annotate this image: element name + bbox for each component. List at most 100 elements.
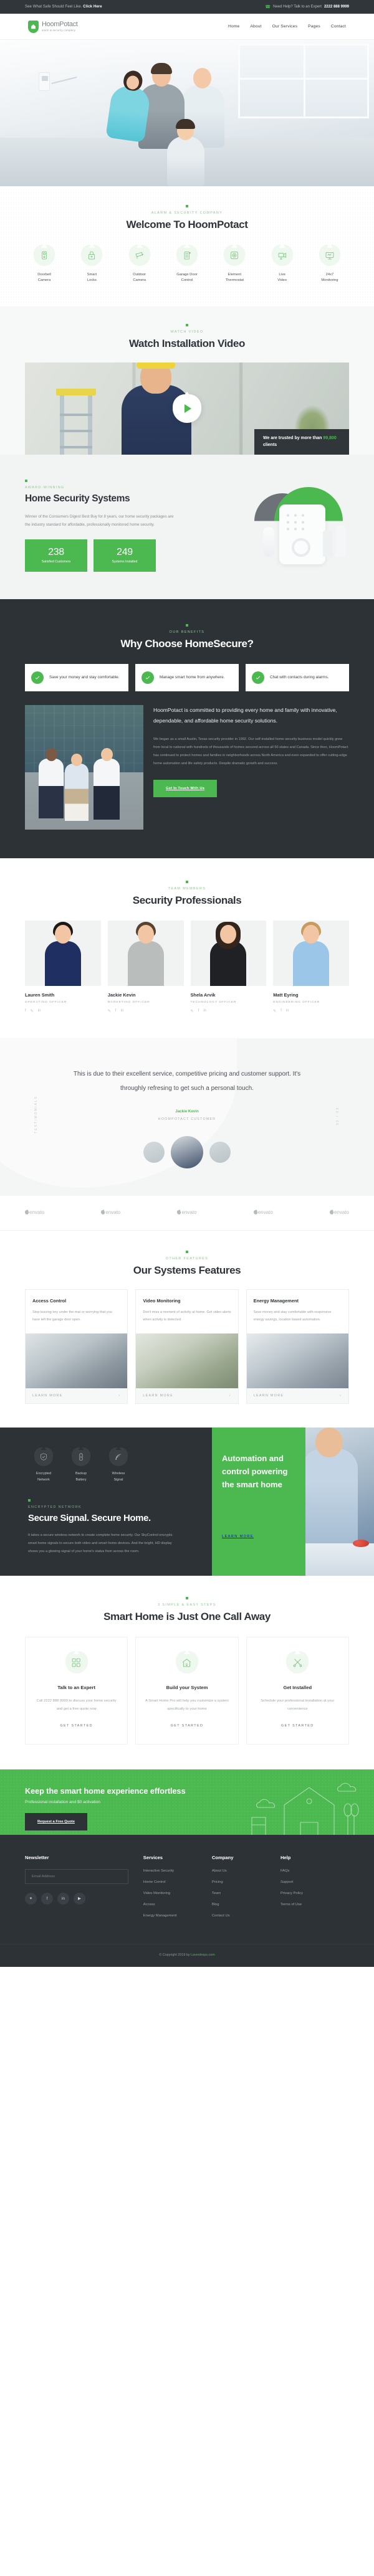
feature-footer[interactable]: LEARN MORE › bbox=[26, 1388, 128, 1404]
hero-person-boy bbox=[167, 119, 204, 186]
team-member-card[interactable]: Matt Eyring ENGINEERING OFFICER ✎ f in bbox=[273, 920, 349, 1013]
heading-square-marker bbox=[186, 1250, 188, 1253]
feature-card-access-control[interactable]: Access Control Stop leaving key under th… bbox=[25, 1289, 128, 1404]
heading-square-marker bbox=[186, 880, 188, 883]
footer-link[interactable]: Pricing bbox=[212, 1880, 280, 1884]
features-title: Our Systems Features bbox=[133, 1264, 241, 1276]
nav-item-about[interactable]: About bbox=[250, 24, 261, 29]
brand-logo[interactable]: HoomPotact alarm & security company bbox=[28, 20, 78, 33]
footer-link[interactable]: About Us bbox=[212, 1869, 280, 1873]
linkedin-icon[interactable]: in bbox=[203, 1009, 206, 1013]
step-title: Build your System bbox=[166, 1685, 208, 1691]
team-member-card[interactable]: Jackie Kevin MARKETING OFFICER ✎ f in bbox=[107, 920, 184, 1013]
testimonial-quote: This is due to their excellent service, … bbox=[73, 1070, 301, 1092]
nav-item-contact[interactable]: Contact bbox=[331, 24, 346, 29]
footer-link[interactable]: Blog bbox=[212, 1903, 280, 1906]
topbar-phone-number[interactable]: 2222 888 9999 bbox=[324, 5, 349, 9]
partner-logo[interactable]: envato bbox=[100, 1210, 120, 1215]
linkedin-icon[interactable]: in bbox=[286, 1009, 289, 1013]
benefit-card-chat-contacts: Chat with contacts during alarms. bbox=[246, 663, 349, 691]
service-item-doorbell-camera[interactable]: Doorbell Camera bbox=[25, 245, 64, 284]
linkedin-icon[interactable]: in bbox=[57, 1892, 69, 1905]
twitter-icon[interactable]: ✎ bbox=[191, 1009, 194, 1013]
footer-link[interactable]: Contact Us bbox=[212, 1914, 280, 1918]
team-member-photo bbox=[25, 920, 101, 986]
team-member-card[interactable]: Shela Arvik TECHNOLOGY OFFICER ✎ f in bbox=[190, 920, 267, 1013]
avatar[interactable] bbox=[143, 1141, 165, 1163]
feature-footer[interactable]: LEARN MORE › bbox=[246, 1388, 348, 1404]
team-member-role: ENGINEERING OFFICER bbox=[273, 1000, 320, 1004]
linkedin-icon[interactable]: in bbox=[38, 1009, 41, 1013]
nav-item-pages[interactable]: Pages bbox=[308, 24, 320, 29]
step-get-started-link[interactable]: GET STARTED bbox=[143, 1724, 230, 1728]
step-card-get-installed[interactable]: Get Installed Schedule your professional… bbox=[246, 1637, 349, 1745]
step-card-build-your-system[interactable]: Build your System A Smart Home Pro will … bbox=[135, 1637, 239, 1745]
newsletter-email-input[interactable] bbox=[25, 1868, 128, 1884]
footer-link[interactable]: Interactive Security bbox=[143, 1869, 212, 1873]
service-item-smart-locks[interactable]: Smart Locks bbox=[72, 245, 111, 284]
avatar[interactable] bbox=[209, 1141, 231, 1163]
nav-item-our-services[interactable]: Our Services bbox=[272, 24, 298, 29]
battery-icon bbox=[72, 1447, 90, 1467]
footer-link[interactable]: Support bbox=[280, 1880, 349, 1884]
alarm-keypad-device bbox=[279, 504, 325, 564]
steps-row: Talk to an Expert Call 2222 888 9999 to … bbox=[25, 1637, 349, 1745]
request-free-quote-button[interactable]: Request a Free Quote bbox=[25, 1812, 87, 1830]
step-get-started-link[interactable]: GET STARTED bbox=[254, 1724, 341, 1728]
partner-logo[interactable]: envato bbox=[24, 1210, 44, 1215]
footer-link[interactable]: Terms of Use bbox=[280, 1903, 349, 1906]
get-in-touch-button[interactable]: Get In Touch With Us bbox=[153, 779, 218, 797]
footer-link[interactable]: Access bbox=[143, 1903, 212, 1906]
team-member-role: TECHNOLOGY OFFICER bbox=[190, 1000, 237, 1004]
footer-link[interactable]: Energy Management bbox=[143, 1914, 212, 1918]
feature-image bbox=[136, 1333, 238, 1389]
step-card-talk-to-expert[interactable]: Talk to an Expert Call 2222 888 9999 to … bbox=[25, 1637, 128, 1745]
service-item-live-video[interactable]: Live Video bbox=[263, 245, 302, 284]
footer-link[interactable]: Video Monitoring bbox=[143, 1892, 212, 1895]
step-get-started-link[interactable]: GET STARTED bbox=[33, 1724, 120, 1728]
footer-link[interactable]: FAQs bbox=[280, 1869, 349, 1873]
video-player[interactable]: We are trusted by more than 99,800 clien… bbox=[25, 362, 349, 455]
facebook-icon[interactable]: f bbox=[280, 1009, 282, 1013]
feature-footer[interactable]: LEARN MORE › bbox=[136, 1388, 238, 1404]
footer-link[interactable]: Team bbox=[212, 1892, 280, 1895]
automation-learn-more-link[interactable]: LEARN MORE bbox=[222, 1535, 295, 1538]
nav-item-home[interactable]: Home bbox=[228, 24, 239, 29]
avatar-active[interactable] bbox=[171, 1135, 203, 1168]
facebook-icon[interactable]: f bbox=[25, 1009, 26, 1013]
chevron-right-icon: › bbox=[229, 1394, 231, 1398]
twitter-icon[interactable]: ✎ bbox=[108, 1009, 111, 1013]
video-eyebrow: WATCH VIDEO bbox=[170, 329, 204, 334]
partner-logo[interactable]: envato bbox=[252, 1210, 273, 1215]
partner-logo[interactable]: envato bbox=[176, 1210, 197, 1215]
copyright-link[interactable]: Laverdrops.com bbox=[191, 1953, 215, 1957]
play-icon[interactable] bbox=[173, 394, 201, 423]
linkedin-icon[interactable]: in bbox=[120, 1009, 123, 1013]
service-item-outdoor-camera[interactable]: Outdoor Camera bbox=[120, 245, 159, 284]
footer-link[interactable]: Home Control bbox=[143, 1880, 212, 1884]
feature-card-energy-management[interactable]: Energy Management Save money and stay co… bbox=[246, 1289, 349, 1404]
team-row: Lauren Smith OPERATING OFFICER f ✎ in Ja… bbox=[25, 920, 349, 1013]
hss-paragraph: Winner of the Consumers Digest Best Buy … bbox=[25, 514, 174, 528]
twitter-icon[interactable]: ✦ bbox=[25, 1892, 37, 1905]
topbar-promo-link[interactable]: Click Here bbox=[83, 5, 102, 9]
service-item-thermostat[interactable]: Element Thermostat bbox=[215, 245, 254, 284]
twitter-icon[interactable]: ✎ bbox=[273, 1009, 276, 1013]
footer-link[interactable]: Privacy Policy bbox=[280, 1892, 349, 1895]
facebook-icon[interactable]: f bbox=[115, 1009, 117, 1013]
facebook-icon[interactable]: f bbox=[198, 1009, 199, 1013]
partner-logo[interactable]: envato bbox=[328, 1210, 349, 1215]
experts-icon bbox=[65, 1651, 88, 1674]
service-item-monitoring[interactable]: 24x7 Monitoring bbox=[310, 245, 349, 284]
service-item-garage-door[interactable]: Garage Door Control bbox=[168, 245, 206, 284]
youtube-icon[interactable]: ▶ bbox=[74, 1892, 85, 1905]
twitter-icon[interactable]: ✎ bbox=[31, 1009, 34, 1013]
team-member-card[interactable]: Lauren Smith OPERATING OFFICER f ✎ in bbox=[25, 920, 101, 1013]
chevron-right-icon: › bbox=[118, 1394, 121, 1398]
feature-card-video-monitoring[interactable]: Video Monitoring Don't miss a moment of … bbox=[135, 1289, 239, 1404]
testimonial-avatars bbox=[0, 1135, 374, 1168]
topbar-promo-text: See What Safe Should Feel Like. bbox=[25, 5, 82, 9]
facebook-icon[interactable]: f bbox=[41, 1892, 53, 1905]
service-icon-row: Doorbell Camera Smart Locks Outdoor Camera bbox=[25, 245, 349, 284]
secure-badges-row: Encrypted Network Backup Battery Wireless S… bbox=[28, 1447, 212, 1482]
